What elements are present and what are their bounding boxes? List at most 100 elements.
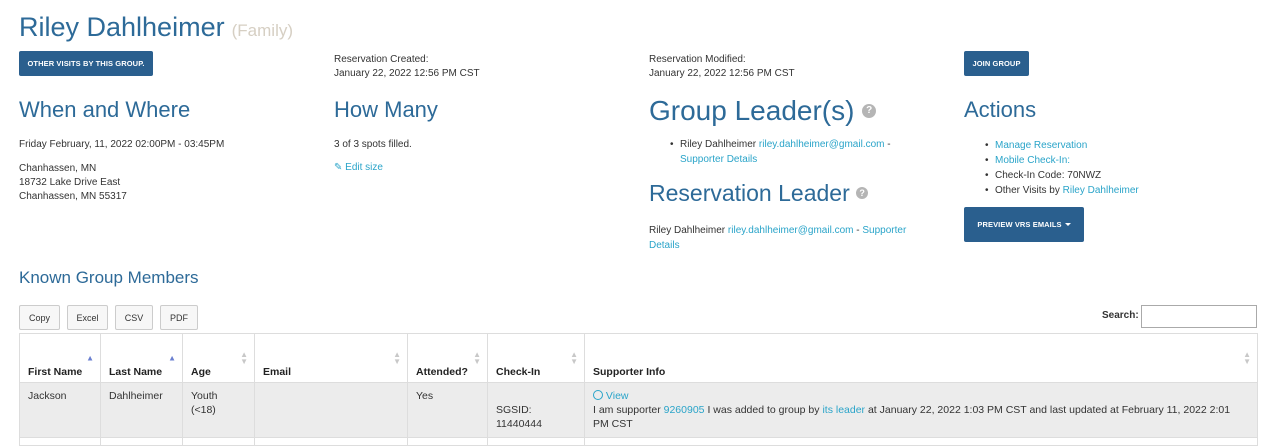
- mobile-checkin-link[interactable]: Mobile Check-In:: [995, 155, 1070, 166]
- actions-title: Actions: [964, 97, 1037, 122]
- edit-size-link[interactable]: ✎ Edit size: [334, 162, 383, 173]
- members-title: Known Group Members: [19, 268, 199, 287]
- visit-location: Chanhassen, MN 18732 Lake Drive East Cha…: [19, 162, 127, 204]
- group-leader-supporter-details-link[interactable]: Supporter Details: [680, 154, 757, 165]
- table-cell: [487, 437, 585, 446]
- its-leader-link[interactable]: its leader: [822, 404, 865, 416]
- reservation-created: Reservation Created: January 22, 2022 12…: [334, 53, 480, 81]
- sort-icon: ▲ ▼: [570, 350, 578, 366]
- actions-list: Manage Reservation Mobile Check-In: Chec…: [985, 138, 1275, 198]
- other-visits-prefix: Other Visits by: [995, 185, 1060, 196]
- when-where-title: When and Where: [19, 97, 191, 122]
- sort-icon: ▲ ▼: [393, 350, 401, 366]
- sort-asc-icon: ▲: [86, 353, 94, 363]
- cell-supporter-info: View I am supporter 9260905 I was added …: [584, 382, 1258, 438]
- help-icon[interactable]: ?: [856, 186, 869, 199]
- reservation-leader-supporter-link[interactable]: Supporter: [862, 225, 906, 236]
- page-header: Riley Dahlheimer (Family): [19, 12, 293, 43]
- other-visits-name-link[interactable]: Riley Dahlheimer: [1063, 185, 1139, 196]
- cell-check-in: SGSID: 11440444: [487, 382, 585, 438]
- column-header-attended[interactable]: Attended? ▲ ▼: [407, 333, 488, 383]
- spots-filled: 3 of 3 spots filled.: [334, 139, 412, 150]
- table-cell: [254, 437, 408, 446]
- checkin-code: Check-In Code: 70NWZ: [995, 170, 1102, 181]
- column-header-last-name[interactable]: Last Name ▲: [100, 333, 183, 383]
- reservation-leader-email-link[interactable]: riley.dahlheimer@gmail.com: [728, 225, 854, 236]
- cell-age: Youth (<18): [182, 382, 255, 438]
- user-circle-icon: [593, 390, 603, 401]
- column-header-supporter-info[interactable]: Supporter Info ▲ ▼: [584, 333, 1258, 383]
- column-header-check-in[interactable]: Check-In ▲ ▼: [487, 333, 585, 383]
- view-label: View: [605, 390, 629, 402]
- action-item-manage: Manage Reservation: [985, 138, 1275, 153]
- column-header-age[interactable]: Age ▲ ▼: [182, 333, 255, 383]
- reservation-leader-title: Reservation Leader: [649, 180, 850, 206]
- reservation-leader-details-link[interactable]: Details: [649, 240, 680, 251]
- group-leader-name: Riley Dahlheimer: [680, 139, 757, 150]
- sort-icon: ▲ ▼: [240, 350, 248, 366]
- pdf-button[interactable]: PDF: [160, 305, 198, 330]
- column-header-email[interactable]: Email ▲ ▼: [254, 333, 408, 383]
- manage-reservation-link[interactable]: Manage Reservation: [995, 140, 1087, 151]
- reservation-created-label: Reservation Created:: [334, 54, 429, 65]
- cell-last-name: Dahlheimer: [100, 382, 183, 438]
- table-row: Jackson Dahlheimer Youth (<18) Yes SGSID…: [19, 382, 1258, 438]
- group-type-label: (Family): [231, 21, 294, 40]
- age-group: Youth: [191, 390, 218, 402]
- separator: -: [856, 225, 860, 236]
- table-cell: [100, 437, 183, 446]
- edit-size-label: Edit size: [345, 162, 383, 173]
- group-leader-item: Riley Dahlheimer riley.dahlheimer@gmail.…: [670, 137, 930, 167]
- group-leader-email-link[interactable]: riley.dahlheimer@gmail.com: [759, 139, 885, 150]
- supporter-info-prefix: I am supporter: [593, 404, 661, 416]
- csv-button[interactable]: CSV: [115, 305, 153, 330]
- separator: -: [887, 139, 891, 150]
- reservation-leader-name: Riley Dahlheimer: [649, 225, 726, 236]
- group-leaders-list: Riley Dahlheimer riley.dahlheimer@gmail.…: [670, 137, 930, 167]
- sort-asc-icon: ▲: [168, 353, 176, 363]
- search-label: Search:: [1102, 310, 1139, 321]
- age-range: (<18): [191, 404, 216, 416]
- reservation-modified-value: January 22, 2022 12:56 PM CST: [649, 68, 795, 79]
- cell-first-name: Jackson: [19, 382, 101, 438]
- reservation-leader-info: Riley Dahlheimer riley.dahlheimer@gmail.…: [649, 223, 939, 253]
- cell-email: [254, 382, 408, 438]
- group-leaders-heading: Group Leader(s) ?: [649, 95, 877, 127]
- edit-icon: ✎: [334, 162, 343, 173]
- checkin-sgsid-value: 11440444: [496, 418, 542, 430]
- supporter-id-link[interactable]: 9260905: [664, 404, 705, 416]
- search-input[interactable]: [1141, 305, 1257, 328]
- reservation-created-value: January 22, 2022 12:56 PM CST: [334, 68, 480, 79]
- action-item-other-visits: Other Visits by Riley Dahlheimer: [985, 183, 1275, 198]
- preview-emails-label: PREVIEW VRS EMAILS: [977, 220, 1062, 229]
- reservation-leader-heading: Reservation Leader ?: [649, 180, 869, 207]
- table-row: [19, 437, 1258, 446]
- preview-emails-dropdown[interactable]: PREVIEW VRS EMAILS: [964, 207, 1084, 242]
- column-header-first-name[interactable]: First Name ▲: [19, 333, 101, 383]
- supporter-info-line2: PM CST: [593, 418, 633, 430]
- how-many-title: How Many: [334, 97, 438, 122]
- reservation-modified: Reservation Modified: January 22, 2022 1…: [649, 53, 795, 81]
- supporter-info-suffix: at January 22, 2022 1:03 PM CST and last…: [867, 404, 1231, 416]
- copy-button[interactable]: Copy: [19, 305, 60, 330]
- view-supporter-link[interactable]: View: [593, 390, 629, 402]
- members-table: First Name ▲ Last Name ▲ Age ▲ ▼ Email ▲ ▼ Att…: [19, 333, 1258, 446]
- location-city: Chanhassen, MN: [19, 163, 97, 174]
- excel-button[interactable]: Excel: [67, 305, 108, 330]
- table-cell: [19, 437, 101, 446]
- sort-icon: ▲ ▼: [1243, 350, 1251, 366]
- reservation-modified-label: Reservation Modified:: [649, 54, 746, 65]
- chevron-down-icon: [1064, 223, 1071, 226]
- group-leaders-title: Group Leader(s): [649, 95, 855, 126]
- table-cell: [182, 437, 255, 446]
- location-address-line1: 18732 Lake Drive East: [19, 177, 121, 188]
- table-cell: [584, 437, 1258, 446]
- action-item-checkin-code: Check-In Code: 70NWZ: [985, 168, 1275, 183]
- other-visits-button[interactable]: OTHER VISITS BY THIS GROUP.: [19, 51, 153, 76]
- help-icon[interactable]: ?: [862, 103, 877, 118]
- checkin-sgsid-label: SGSID:: [496, 404, 532, 416]
- action-item-mobile-checkin: Mobile Check-In:: [985, 153, 1275, 168]
- join-group-button[interactable]: JOIN GROUP: [964, 51, 1029, 76]
- table-cell: [407, 437, 488, 446]
- location-address-line2: Chanhassen, MN 55317: [19, 191, 127, 202]
